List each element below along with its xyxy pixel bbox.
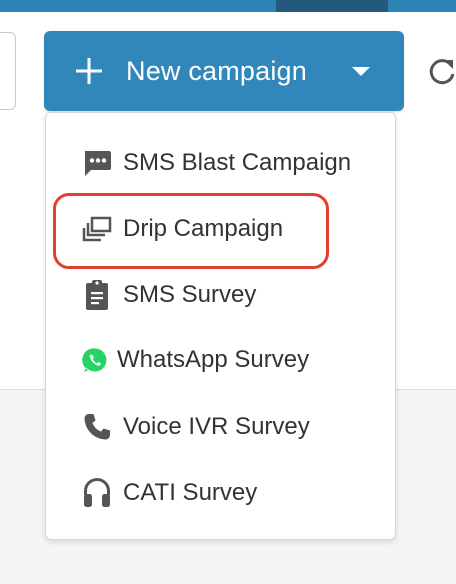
sms-message-icon — [81, 147, 113, 179]
menu-item-label: WhatsApp Survey — [117, 346, 310, 373]
menu-item-cati-survey[interactable]: CATI Survey — [46, 468, 397, 518]
menu-item-sms-survey[interactable]: SMS Survey — [46, 270, 397, 320]
search-input[interactable] — [0, 32, 16, 110]
menu-item-voice-ivr-survey[interactable]: Voice IVR Survey — [46, 402, 397, 452]
active-nav-tab[interactable] — [276, 0, 388, 12]
headset-icon — [81, 477, 113, 509]
menu-item-whatsapp-survey[interactable]: WhatsApp Survey — [46, 335, 397, 385]
top-navigation-bar — [0, 0, 456, 12]
campaign-type-menu: SMS Blast Campaign Drip Campaign SMS Sur… — [45, 112, 396, 540]
plus-icon — [76, 58, 102, 84]
clipboard-icon — [81, 279, 113, 311]
new-campaign-label: New campaign — [126, 55, 307, 86]
refresh-icon[interactable] — [426, 56, 456, 88]
menu-item-sms-blast-campaign[interactable]: SMS Blast Campaign — [46, 138, 397, 188]
phone-icon — [81, 411, 113, 443]
menu-item-label: SMS Blast Campaign — [123, 149, 352, 176]
menu-item-label: Voice IVR Survey — [123, 413, 310, 440]
menu-item-label: SMS Survey — [123, 281, 257, 308]
whatsapp-icon — [81, 344, 109, 376]
new-campaign-button[interactable]: New campaign — [44, 31, 404, 111]
chevron-down-icon — [352, 67, 370, 76]
highlight-annotation — [53, 193, 329, 269]
menu-item-label: CATI Survey — [123, 479, 258, 506]
